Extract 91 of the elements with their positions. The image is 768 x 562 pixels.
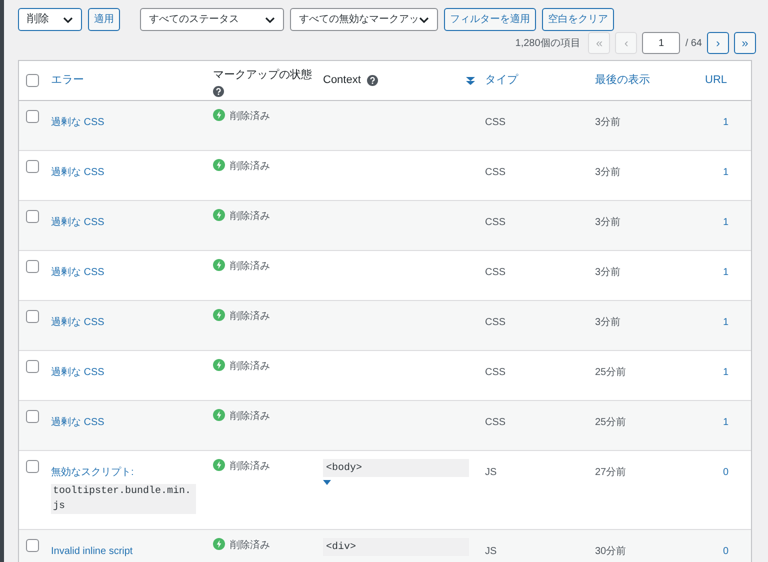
last-seen-text: 25分前 (595, 417, 626, 428)
type-text: CSS (485, 117, 506, 128)
status-text: 削除済み (230, 410, 270, 424)
context-code: <body> (323, 459, 469, 477)
type-text: CSS (485, 417, 506, 428)
url-count-link[interactable]: 1 (723, 167, 729, 178)
sort-icon[interactable] (466, 76, 475, 86)
status-text: 削除済み (230, 160, 270, 174)
type-text: CSS (485, 317, 506, 328)
lightning-icon (213, 309, 225, 321)
row-checkbox[interactable] (26, 310, 39, 323)
column-header[interactable]: エラー (51, 72, 84, 89)
error-link[interactable]: 過剰な CSS (51, 217, 104, 228)
item-count: 1,280個の項目 (515, 36, 580, 50)
url-count-link[interactable]: 0 (723, 546, 729, 557)
error-link[interactable]: 過剰な CSS (51, 317, 104, 328)
last-seen-text: 27分前 (595, 467, 626, 478)
error-link[interactable]: 過剰な CSS (51, 267, 104, 278)
type-text: JS (485, 546, 497, 557)
lightning-icon (213, 159, 225, 171)
help-icon[interactable] (366, 75, 378, 86)
error-link[interactable]: Invalid inline script (51, 546, 133, 557)
next-page-button[interactable]: › (707, 32, 729, 54)
error-link[interactable]: 過剰な CSS (51, 417, 104, 428)
clear-button[interactable]: 空白をクリア (542, 8, 614, 31)
lightning-icon (213, 409, 225, 421)
row-checkbox[interactable] (26, 260, 39, 273)
row-checkbox[interactable] (26, 360, 39, 373)
url-count-link[interactable]: 0 (723, 467, 729, 478)
lightning-icon (213, 359, 225, 371)
last-seen-text: 3分前 (595, 117, 621, 128)
chevron-down-icon (63, 16, 73, 22)
lightning-icon (213, 109, 225, 121)
last-seen-text: 3分前 (595, 217, 621, 228)
apply-button[interactable]: 適用 (88, 8, 120, 31)
url-count-link[interactable]: 1 (723, 217, 729, 228)
last-page-button[interactable]: » (734, 32, 756, 54)
column-header[interactable]: URL (705, 72, 728, 89)
column-header: マークアップの状態 (213, 68, 313, 83)
row-checkbox[interactable] (26, 410, 39, 423)
lightning-icon (213, 209, 225, 221)
expand-icon[interactable] (323, 480, 331, 485)
url-count-link[interactable]: 1 (723, 367, 729, 378)
bulk-action-select[interactable]: 削除 (18, 8, 82, 31)
row-checkbox[interactable] (26, 160, 39, 173)
help-icon[interactable] (213, 86, 224, 96)
status-text: 削除済み (230, 460, 270, 474)
column-header: Context (323, 73, 361, 88)
select-field[interactable]: すべての無効なマークアッ (290, 8, 438, 31)
lightning-icon (213, 538, 225, 550)
row-checkbox[interactable] (26, 539, 39, 552)
url-count-link[interactable]: 1 (723, 317, 729, 328)
status-text: 削除済み (230, 210, 270, 224)
type-text: CSS (485, 167, 506, 178)
lightning-icon (213, 459, 225, 471)
chevron-down-icon (419, 16, 429, 22)
last-seen-text: 3分前 (595, 317, 621, 328)
last-seen-text: 3分前 (595, 267, 621, 278)
error-link[interactable]: 無効なスクリプト: (51, 467, 134, 478)
type-text: CSS (485, 217, 506, 228)
url-count-link[interactable]: 1 (723, 117, 729, 128)
type-text: CSS (485, 267, 506, 278)
error-link[interactable]: 過剰な CSS (51, 367, 104, 378)
page-input[interactable]: 1 (642, 32, 680, 54)
column-header[interactable]: 最後の表示 (595, 72, 650, 89)
file-name: tooltipster.bundle.min.js (51, 484, 196, 514)
row-checkbox[interactable] (26, 460, 39, 473)
error-link[interactable]: 過剰な CSS (51, 167, 104, 178)
context-code: <div> (323, 538, 469, 556)
column-header[interactable]: タイプ (485, 72, 518, 89)
select-field[interactable]: すべてのステータス (140, 8, 284, 31)
status-text: 削除済み (230, 360, 270, 374)
type-text: JS (485, 467, 497, 478)
row-checkbox[interactable] (26, 110, 39, 123)
status-text: 削除済み (230, 260, 270, 274)
error-link[interactable]: 過剰な CSS (51, 117, 104, 128)
row-checkbox[interactable] (26, 210, 39, 223)
url-count-link[interactable]: 1 (723, 417, 729, 428)
status-text: 削除済み (230, 310, 270, 324)
lightning-icon (213, 259, 225, 271)
status-text: 削除済み (230, 110, 270, 124)
last-seen-text: 30分前 (595, 546, 626, 557)
page-total: / 64 (685, 36, 702, 50)
chevron-down-icon (265, 16, 275, 22)
type-text: CSS (485, 367, 506, 378)
last-seen-text: 25分前 (595, 367, 626, 378)
filter-button[interactable]: フィルターを適用 (444, 8, 536, 31)
status-text: 削除済み (230, 538, 270, 553)
url-count-link[interactable]: 1 (723, 267, 729, 278)
row-checkbox[interactable] (26, 74, 39, 87)
last-seen-text: 3分前 (595, 167, 621, 178)
